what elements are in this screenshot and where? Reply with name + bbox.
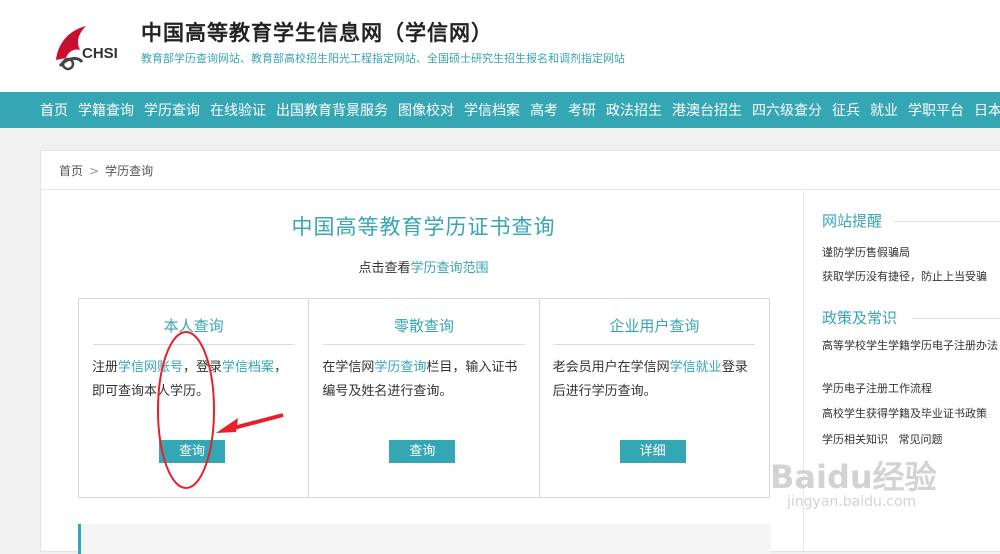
main-nav: 首页 学籍查询 学历查询 在线验证 出国教育背景服务 图像校对 学信档案 高考 考研 政法招生 港澳… <box>0 92 1000 128</box>
nav-item[interactable]: 学信档案 <box>464 100 520 120</box>
policy-link[interactable]: 高校学生获得学籍及毕业证书政策 <box>822 405 987 421</box>
query-card: 本人查询注册学信网账号，登录学信档案，即可查询本人学历。查询 <box>79 299 310 497</box>
query-options: 本人查询 注册学信网账号，登录学信档案，即可查询本人学历。 查询 零散查询 在学信网学历… <box>78 298 770 498</box>
policy-link[interactable]: 学历电子注册工作流程 <box>822 380 932 396</box>
card-description: 在学信网学历查询栏目，输入证书编号及姓名进行查询。 <box>322 356 522 404</box>
scope-line: 点击查看学历查询范围 <box>41 257 806 276</box>
site-title: 中国高等教育学生信息网（学信网） <box>141 21 493 45</box>
notice-heading: 网站提醒 <box>822 212 883 230</box>
scope-prefix: 点击查看 <box>358 261 411 276</box>
nav-item[interactable]: 政法招生 <box>606 100 662 120</box>
breadcrumb-current: 学历查询 <box>105 164 154 178</box>
card-title: 本人查询 <box>93 315 295 345</box>
inline-link[interactable]: 学历查询 <box>374 360 426 375</box>
nav-item[interactable]: 考研 <box>568 100 596 120</box>
watermark-url: jingyan.baidu.com <box>787 494 917 510</box>
description-text: 老会员用户在学信网 <box>552 360 670 375</box>
nav-item[interactable]: 学职平台 <box>908 100 964 120</box>
breadcrumb-home[interactable]: 首页 <box>59 164 83 178</box>
nav-item[interactable]: 出国教育背景服务 <box>276 100 388 120</box>
page-title: 中国高等教育学历证书查询 <box>291 215 556 239</box>
section-bar <box>78 524 771 554</box>
nav-item[interactable]: 日本频 <box>974 100 1000 120</box>
breadcrumb: 首页 > 学历查询 <box>59 162 153 179</box>
card-description: 老会员用户在学信网学信就业登录后进行学历查询。 <box>553 356 753 404</box>
nav-item[interactable]: 四六级查分 <box>752 100 822 120</box>
policy-heading: 政策及常识 <box>822 309 898 327</box>
nav-item[interactable]: 首页 <box>40 100 68 120</box>
inline-link[interactable]: 学信就业 <box>670 360 722 375</box>
query-button[interactable]: 详细 <box>619 440 686 463</box>
logo-text: CHSI <box>82 45 118 62</box>
card-description: 注册学信网账号，登录学信档案，即可查询本人学历。 <box>92 356 292 404</box>
notice-link[interactable]: 谨防学历售假骗局 <box>822 244 910 260</box>
nav-item[interactable]: 高考 <box>530 100 558 120</box>
nav-item[interactable]: 征兵 <box>832 100 860 120</box>
nav-item[interactable]: 就业 <box>870 100 898 120</box>
query-card: 零散查询在学信网学历查询栏目，输入证书编号及姓名进行查询。查询 <box>309 299 540 497</box>
divider <box>894 221 1000 222</box>
scope-link[interactable]: 学历查询范围 <box>411 261 489 276</box>
nav-item[interactable]: 在线验证 <box>210 100 266 120</box>
query-button[interactable]: 查询 <box>159 440 225 463</box>
description-text: ，登录 <box>183 360 223 375</box>
card-title: 零散查询 <box>323 315 525 345</box>
breadcrumb-separator: > <box>89 164 100 178</box>
nav-item[interactable]: 学籍查询 <box>78 100 134 120</box>
site-subtitle: 教育部学历查询网站、教育部高校招生阳光工程指定网站、全国硕士研究生招生报名和调剂… <box>141 52 625 65</box>
description-text: 在学信网 <box>322 360 375 375</box>
site-header: CHSI 中国高等教育学生信息网（学信网） 教育部学历查询网站、教育部高校招生阳… <box>0 0 1000 92</box>
nav-item[interactable]: 图像校对 <box>398 100 454 120</box>
nav-item[interactable]: 港澳台招生 <box>672 100 742 120</box>
description-text: 注册 <box>92 360 119 375</box>
watermark-text: Baidu经验 <box>770 458 937 496</box>
card-title: 企业用户查询 <box>553 315 755 345</box>
query-card: 企业用户查询老会员用户在学信网学信就业登录后进行学历查询。详细 <box>540 299 769 497</box>
nav-item[interactable]: 学历查询 <box>144 100 200 120</box>
inline-link[interactable]: 学信网账号 <box>118 360 183 375</box>
notice-link[interactable]: 获取学历没有捷径，防止上当受骗 <box>822 268 987 284</box>
policy-link[interactable]: 学历相关知识 常见问题 <box>822 431 943 447</box>
inline-link[interactable]: 学信档案 <box>222 360 274 375</box>
query-button[interactable]: 查询 <box>389 440 456 463</box>
policy-link[interactable]: 高等学校学生学籍学历电子注册办法 <box>822 338 1000 354</box>
divider <box>912 318 1000 319</box>
